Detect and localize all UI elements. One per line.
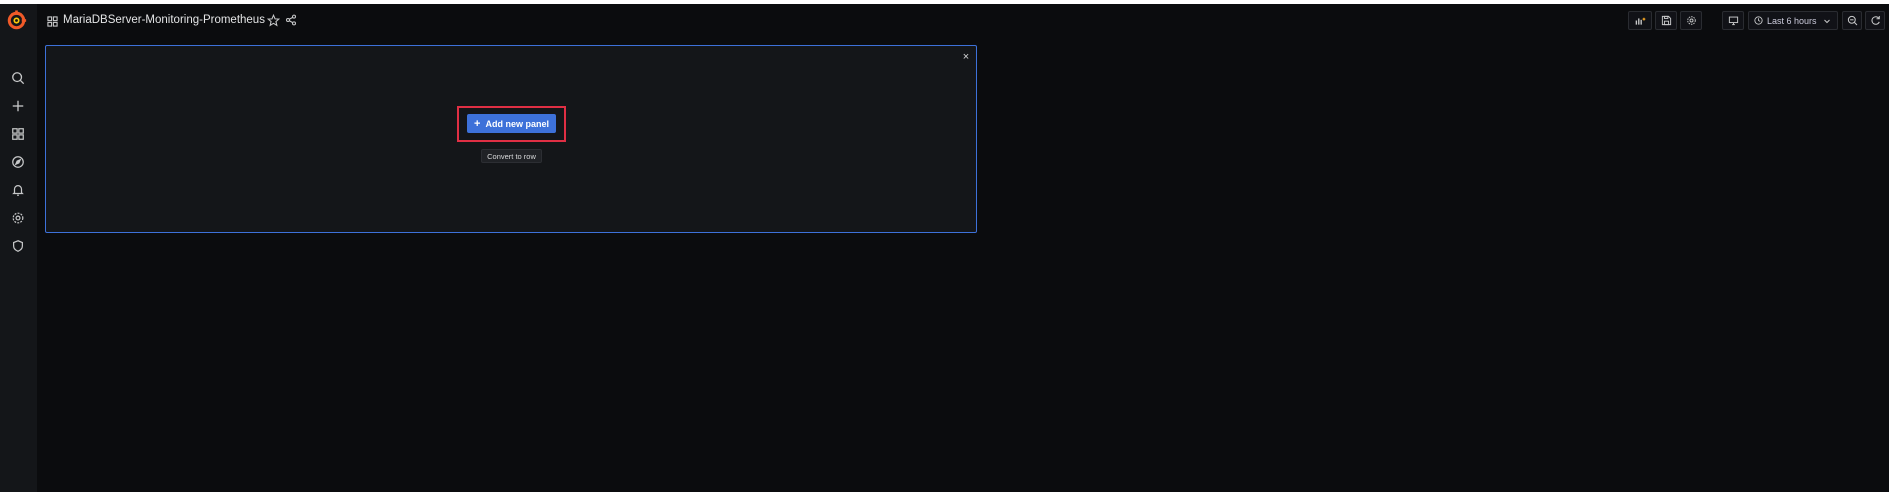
configuration-gear-icon — [12, 212, 24, 224]
add-new-panel-label: Add new panel — [485, 118, 549, 129]
grafana-logo-icon[interactable] — [6, 10, 27, 31]
chevron-down-icon — [1823, 19, 1830, 23]
clock-icon — [1754, 16, 1763, 25]
search-icon — [12, 72, 25, 85]
side-menu — [0, 4, 37, 492]
cycle-view-mode-button[interactable] — [1722, 11, 1744, 30]
add-panel-placeholder: × + Add new panel Convert to row — [45, 45, 977, 233]
zoom-out-icon — [1847, 15, 1857, 26]
plus-icon: + — [474, 117, 481, 130]
nav-item-alerting[interactable] — [9, 181, 27, 199]
explore-compass-icon — [12, 156, 24, 168]
add-new-panel-button[interactable]: + Add new panel — [467, 114, 556, 133]
grafana-app: MariaDBServer-Monitoring-Prometheus Last… — [0, 4, 1889, 492]
nav-item-server-admin[interactable] — [9, 237, 27, 255]
gear-icon — [1686, 16, 1696, 25]
add-panel-button[interactable] — [1628, 11, 1652, 30]
nav-item-create[interactable] — [9, 97, 27, 115]
alerting-bell-icon — [12, 185, 24, 196]
time-range-picker[interactable]: Last 6 hours — [1748, 11, 1838, 30]
dashboard-title[interactable]: MariaDBServer-Monitoring-Prometheus — [63, 14, 265, 26]
monitor-icon — [1728, 16, 1738, 26]
zoom-out-button[interactable] — [1842, 11, 1862, 30]
plus-icon — [12, 100, 24, 112]
refresh-icon — [1870, 16, 1880, 25]
nav-item-configuration[interactable] — [9, 209, 27, 227]
add-panel-chart-icon — [1635, 17, 1645, 25]
server-admin-shield-icon — [13, 240, 23, 252]
close-icon[interactable]: × — [960, 51, 972, 63]
share-icon[interactable] — [285, 14, 297, 26]
time-range-label: Last 6 hours — [1767, 15, 1817, 26]
dashboard-grid-icon — [47, 16, 58, 27]
nav-item-explore[interactable] — [9, 153, 27, 171]
save-icon — [1661, 15, 1671, 26]
save-dashboard-button[interactable] — [1655, 11, 1677, 30]
nav-item-search[interactable] — [9, 69, 27, 87]
dashboard-navbar: MariaDBServer-Monitoring-Prometheus Last… — [37, 4, 1889, 38]
star-icon[interactable] — [267, 14, 280, 27]
convert-to-row-button[interactable]: Convert to row — [481, 149, 542, 163]
nav-item-dashboards[interactable] — [9, 125, 27, 143]
dashboards-icon — [12, 128, 24, 140]
dashboard-settings-button[interactable] — [1680, 11, 1702, 30]
refresh-button[interactable] — [1865, 11, 1885, 30]
